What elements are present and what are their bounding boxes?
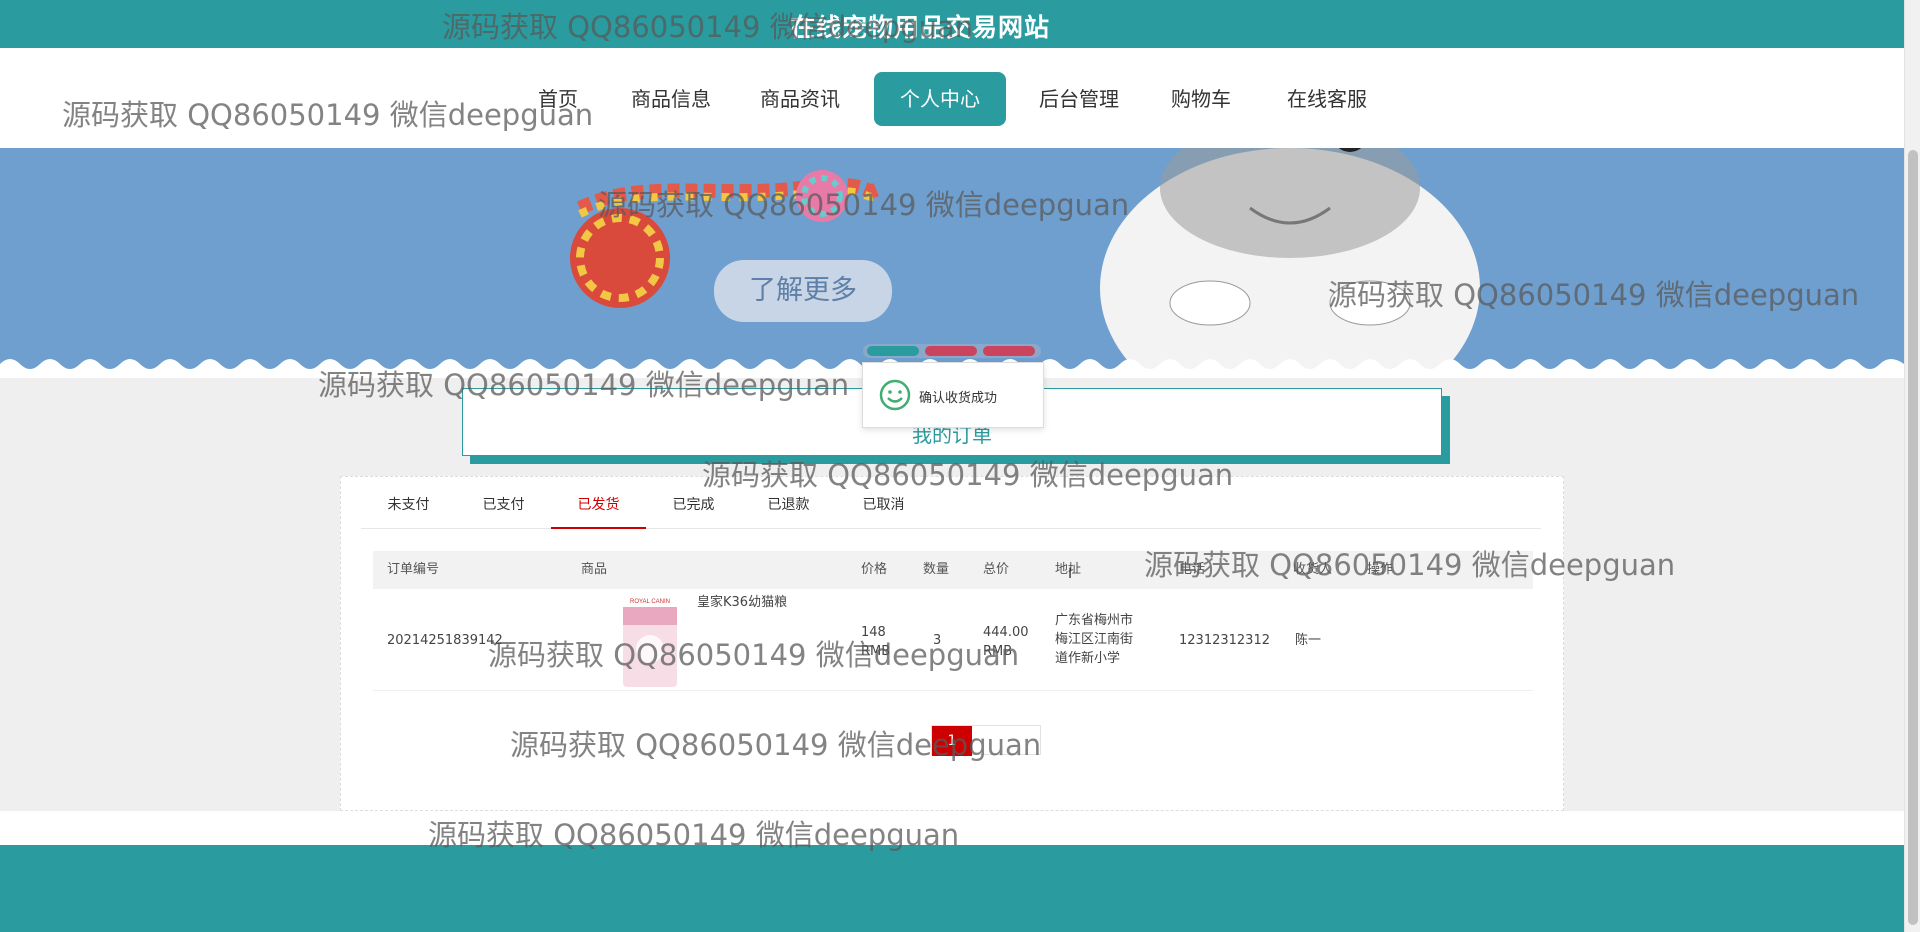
tab-cancelled[interactable]: 已取消 (836, 487, 931, 529)
product-image[interactable]: ROYAL CANIN (615, 593, 685, 689)
price-value: 148 RMB (861, 623, 890, 661)
th-phone: 电话 (1179, 562, 1206, 577)
footer-spacer (0, 811, 1904, 845)
top-header-bar: 在线宠物用品交易网站 (0, 0, 1904, 48)
receiver-value: 陈一 (1295, 633, 1322, 648)
smile-icon (879, 379, 911, 411)
th-product: 商品 (581, 562, 608, 577)
cat-illustration-image (1100, 148, 1480, 378)
th-order-no: 订单编号 (387, 562, 440, 577)
site-title: 在线宠物用品交易网站 (790, 13, 1051, 42)
order-status-tabs: 未支付 已支付 已发货 已完成 已退款 已取消 (361, 487, 1541, 529)
nav-admin[interactable]: 后台管理 (1036, 72, 1122, 126)
banner-carousel: 了解更多 (0, 148, 1904, 378)
nav-products[interactable]: 商品信息 (628, 72, 714, 126)
nav-home[interactable]: 首页 (530, 72, 586, 126)
product-name[interactable]: 皇家K36幼猫粮 (697, 593, 787, 612)
quantity-value: 3 (933, 633, 942, 648)
th-price: 价格 (861, 562, 888, 577)
text-cursor-icon: Ⅰ (1068, 566, 1073, 582)
footer (0, 845, 1904, 932)
nav-personal-center[interactable]: 个人中心 (874, 72, 1006, 126)
tab-refunded[interactable]: 已退款 (741, 487, 836, 529)
table-header: 订单编号 商品 价格 数量 总价 地址 电话 收货人 操作 (373, 551, 1533, 589)
nav-customer-service[interactable]: 在线客服 (1284, 72, 1370, 126)
total-unit: RMB (983, 644, 1013, 659)
tab-completed[interactable]: 已完成 (646, 487, 741, 529)
vertical-scrollbar[interactable] (1904, 0, 1920, 932)
scrollbar-thumb[interactable] (1908, 150, 1918, 925)
page-button-current[interactable]: 1 (932, 726, 972, 756)
th-actions: 操作 (1367, 562, 1394, 577)
total-value: 444.00 RMB (983, 623, 1029, 661)
th-total: 总价 (983, 562, 1010, 577)
product-brand-logo: ROYAL CANIN (630, 599, 670, 605)
th-quantity: 数量 (923, 562, 950, 577)
success-toast: 确认收货成功 (862, 362, 1044, 428)
toast-message: 确认收货成功 (919, 391, 998, 406)
order-number: 20214251839142 (387, 633, 503, 648)
orders-panel: 未支付 已支付 已发货 已完成 已退款 已取消 订单编号 商品 价格 数量 总价… (340, 476, 1564, 811)
nav-news[interactable]: 商品资讯 (757, 72, 843, 126)
table-row: 20214251839142 ROYAL CANIN 皇家K36幼猫粮 148 … (373, 591, 1533, 691)
price-amount: 148 (861, 625, 886, 640)
tab-shipped[interactable]: 已发货 (551, 487, 646, 529)
main-nav: 首页 商品信息 商品资讯 个人中心 后台管理 购物车 在线客服 (0, 48, 1904, 148)
tab-paid[interactable]: 已支付 (456, 487, 551, 529)
learn-more-button[interactable]: 了解更多 (714, 260, 892, 322)
tab-unpaid[interactable]: 未支付 (361, 487, 456, 529)
address-value: 广东省梅州市梅江区江南街道作新小学 (1055, 613, 1134, 666)
nav-cart[interactable]: 购物车 (1168, 72, 1234, 126)
price-unit: RMB (861, 644, 891, 659)
pagination: 1 (931, 725, 1041, 756)
th-receiver: 收货人 (1293, 562, 1333, 577)
total-amount: 444.00 (983, 625, 1029, 640)
phone-value: 12312312312 (1179, 633, 1270, 648)
